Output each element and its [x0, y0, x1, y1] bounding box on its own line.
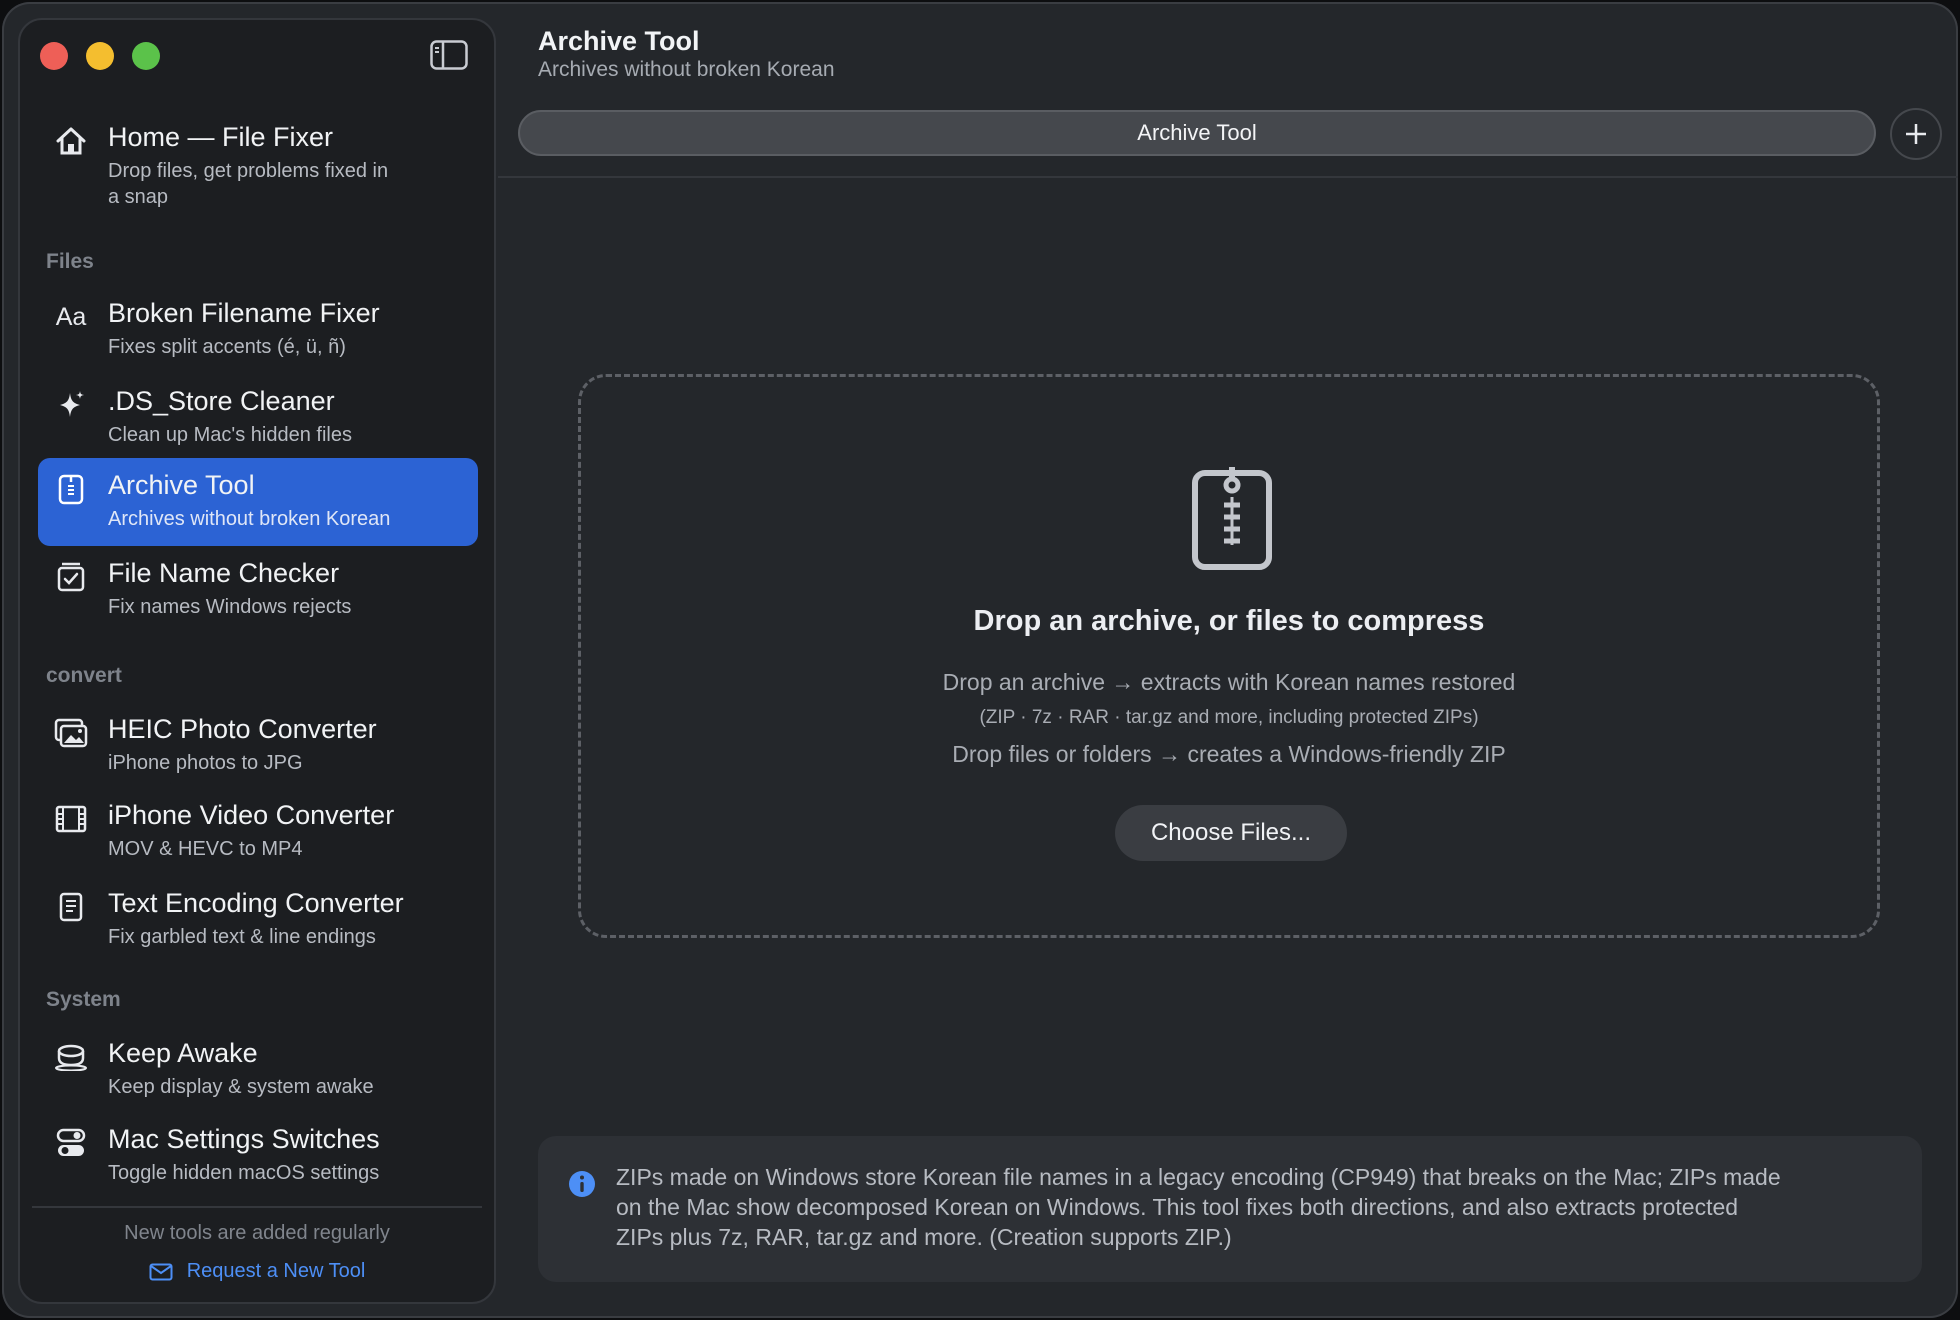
sidebar-item-title: .DS_Store Cleaner [108, 386, 335, 416]
footer-note: New tools are added regularly [124, 1222, 390, 1244]
house-icon [54, 124, 88, 158]
zoom-window-button[interactable] [132, 42, 160, 70]
sidebar-item-title: Keep Awake [108, 1038, 258, 1068]
sidebar-item-archive-tool[interactable]: Archive Tool Archives without broken Kor… [38, 458, 478, 546]
sidebar-item-file-name-checker[interactable]: File Name Checker Fix names Windows reje… [38, 546, 478, 632]
sidebar-item-mac-settings-switches[interactable]: Mac Settings Switches Toggle hidden macO… [38, 1112, 478, 1198]
photos-icon [54, 716, 88, 750]
sidebar-item-iphone-video-converter[interactable]: iPhone Video Converter MOV & HEVC to MP4 [38, 788, 478, 874]
text-aa-icon: Aa [55, 302, 87, 331]
sidebar-item-title: Broken Filename Fixer [108, 298, 380, 328]
sidebar-item-subtitle: Archives without broken Korean [108, 508, 391, 530]
sidebar-item-broken-filename-fixer[interactable]: Aa Broken Filename Fixer Fixes split acc… [38, 286, 478, 372]
drop-zone-extract-hint: Drop an archive → extracts with Korean n… [942, 669, 1516, 695]
sidebar-item-subtitle: Keep display & system awake [108, 1076, 374, 1098]
sidebar-item-subtitle: MOV & HEVC to MP4 [108, 838, 303, 860]
sidebar-item-title: iPhone Video Converter [108, 800, 395, 830]
sidebar-item-ds-store-cleaner[interactable]: .DS_Store Cleaner Clean up Mac's hidden … [38, 374, 478, 460]
info-text: ZIPs made on Windows store Korean file n… [616, 1164, 1781, 1250]
info-icon [568, 1170, 596, 1198]
sidebar-item-subtitle: Fixes split accents (é, ü, ñ) [108, 336, 346, 358]
page-subtitle: Archives without broken Korean [538, 58, 835, 81]
sidebar-item-title: Archive Tool [108, 470, 255, 500]
sidebar-item-text-encoding-converter[interactable]: Text Encoding Converter Fix garbled text… [38, 876, 478, 962]
tab-archive-tool[interactable]: Archive Tool [518, 110, 1876, 156]
film-icon [54, 802, 88, 836]
add-tab-button[interactable] [1890, 108, 1942, 160]
sidebar-item-keep-awake[interactable]: Keep Awake Keep display & system awake [38, 1026, 478, 1112]
drop-zone-formats-hint: (ZIP · 7z · RAR · tar.gz and more, inclu… [979, 707, 1479, 728]
sidebar-item-title: Text Encoding Converter [108, 888, 404, 918]
sidebar-item-subtitle: iPhone photos to JPG [108, 752, 303, 774]
document-icon [54, 890, 88, 924]
sparkle-icon [54, 388, 88, 422]
sidebar-item-subtitle: Fix names Windows rejects [108, 596, 352, 618]
sidebar-toggle-icon[interactable] [430, 40, 468, 70]
app-window: Home — File Fixer Drop files, get proble… [2, 2, 1958, 1318]
section-header-system: System [46, 988, 121, 1011]
minimize-window-button[interactable] [86, 42, 114, 70]
sidebar-item-subtitle: Drop files, get problems fixed in a snap [108, 160, 389, 208]
plus-icon [1906, 124, 1926, 144]
toggles-icon [54, 1126, 88, 1160]
sidebar-item-title: Home — File Fixer [108, 122, 334, 152]
checklist-icon [54, 560, 88, 594]
zip-archive-icon [1191, 463, 1273, 571]
section-header-files: Files [46, 250, 94, 273]
drop-zone-title: Drop an archive, or files to compress [973, 605, 1485, 637]
request-new-tool-link[interactable]: Request a New Tool [20, 1260, 494, 1287]
drop-zone-compress-hint: Drop files or folders → creates a Window… [952, 741, 1506, 767]
info-banner: ZIPs made on Windows store Korean file n… [538, 1136, 1922, 1282]
header-divider [498, 176, 1958, 178]
coffee-cup-icon [54, 1040, 88, 1074]
sidebar-item-subtitle: Fix garbled text & line endings [108, 926, 376, 948]
sidebar-item-subtitle: Clean up Mac's hidden files [108, 424, 352, 446]
section-header-convert: convert [46, 664, 122, 687]
sidebar-divider [32, 1206, 482, 1208]
choose-files-button[interactable]: Choose Files... [1115, 805, 1347, 861]
sidebar-item-title: Mac Settings Switches [108, 1124, 380, 1154]
sidebar: Home — File Fixer Drop files, get proble… [18, 18, 496, 1304]
drop-zone[interactable]: Drop an archive, or files to compress Dr… [578, 374, 1880, 938]
sidebar-item-home[interactable]: Home — File Fixer Drop files, get proble… [38, 110, 478, 220]
sidebar-item-heic-photo-converter[interactable]: HEIC Photo Converter iPhone photos to JP… [38, 702, 478, 788]
envelope-icon [149, 1263, 173, 1287]
zip-doc-icon [54, 472, 88, 506]
close-window-button[interactable] [40, 42, 68, 70]
sidebar-item-subtitle: Toggle hidden macOS settings [108, 1162, 380, 1184]
sidebar-item-title: HEIC Photo Converter [108, 714, 377, 744]
sidebar-item-title: File Name Checker [108, 558, 340, 588]
page-title: Archive Tool [538, 26, 700, 56]
request-new-tool-label: Request a New Tool [186, 1260, 366, 1282]
